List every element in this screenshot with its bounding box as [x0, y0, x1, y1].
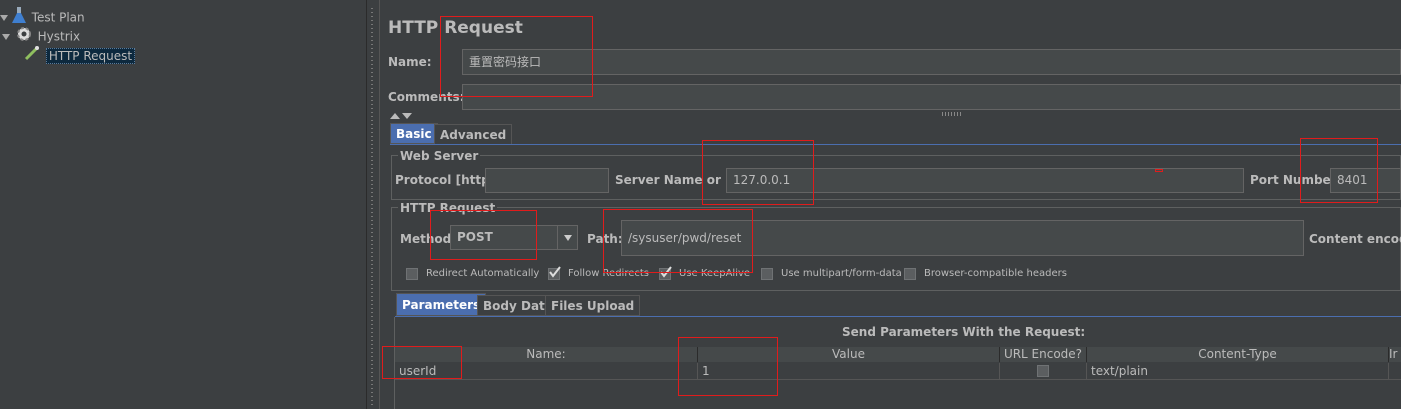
- pipette-icon: [24, 45, 42, 67]
- browser-compatible-headers-checkbox[interactable]: [904, 268, 916, 280]
- test-plan-tree: Test Plan Hystrix HTTP Request: [0, 0, 366, 409]
- tab-parameters[interactable]: Parameters: [396, 293, 487, 316]
- name-label: Name:: [388, 55, 432, 69]
- chevron-down-icon: [563, 235, 573, 251]
- annotation-box-param-value: [678, 337, 778, 396]
- redirect-automatically-checkbox[interactable]: [406, 268, 418, 280]
- params-heading: Send Parameters With the Request:: [842, 325, 1086, 339]
- annotation-box-port: [1300, 138, 1378, 203]
- column-header-content-type[interactable]: Content-Type: [1087, 347, 1389, 362]
- resize-grip-icon[interactable]: [942, 112, 962, 116]
- column-header-url-encode[interactable]: URL Encode?: [1000, 347, 1087, 362]
- annotation-box-param-name: [382, 346, 462, 379]
- tree-item-label: HTTP Request: [45, 47, 136, 64]
- protocol-field[interactable]: [485, 168, 609, 193]
- tab-advanced[interactable]: Advanced: [434, 124, 513, 145]
- web-server-legend: Web Server: [398, 149, 481, 163]
- annotation-marker: [1155, 169, 1163, 172]
- collapse-toggle-icon[interactable]: [390, 109, 416, 123]
- url-encode-checkbox[interactable]: [1037, 365, 1049, 377]
- follow-redirects-checkbox[interactable]: [548, 266, 561, 280]
- tree-item-hystrix[interactable]: Hystrix: [2, 26, 80, 45]
- redirect-automatically-label: Redirect Automatically: [426, 268, 540, 279]
- tree-item-http-request[interactable]: HTTP Request: [24, 45, 136, 67]
- multipart-form-data-label: Use multipart/form-data: [781, 268, 902, 279]
- content-encoding-label: Content encodin: [1309, 232, 1401, 246]
- annotation-box-server: [702, 140, 814, 205]
- annotation-box-method: [430, 210, 537, 260]
- tab-files-upload[interactable]: Files Upload: [545, 295, 641, 316]
- browser-compatible-headers-label: Browser-compatible headers: [924, 268, 1067, 279]
- annotation-box-path: [603, 209, 753, 273]
- multipart-form-data-checkbox[interactable]: [761, 268, 773, 280]
- method-dropdown-button[interactable]: [557, 225, 578, 250]
- url-encode-cell[interactable]: [1000, 363, 1087, 379]
- tree-item-label: Hystrix: [37, 29, 81, 44]
- expand-arrow-icon[interactable]: [2, 28, 12, 47]
- column-header-include[interactable]: Ir: [1389, 347, 1401, 362]
- annotation-box-name: [440, 16, 593, 97]
- tree-item-test-plan[interactable]: Test Plan: [0, 7, 85, 26]
- tab-basic[interactable]: Basic: [390, 123, 438, 144]
- comments-field[interactable]: [462, 84, 1401, 110]
- name-field[interactable]: 重置密码接口: [462, 49, 1401, 75]
- pane-splitter[interactable]: [366, 0, 379, 409]
- expand-arrow-icon[interactable]: [0, 9, 8, 28]
- tab-underline: [390, 144, 1401, 145]
- checkmark-icon: [549, 266, 561, 278]
- row-divider: [395, 379, 1401, 380]
- param-tab-underline: [395, 316, 1401, 317]
- tree-item-label: Test Plan: [31, 10, 85, 25]
- content-type-cell[interactable]: text/plain: [1087, 363, 1389, 379]
